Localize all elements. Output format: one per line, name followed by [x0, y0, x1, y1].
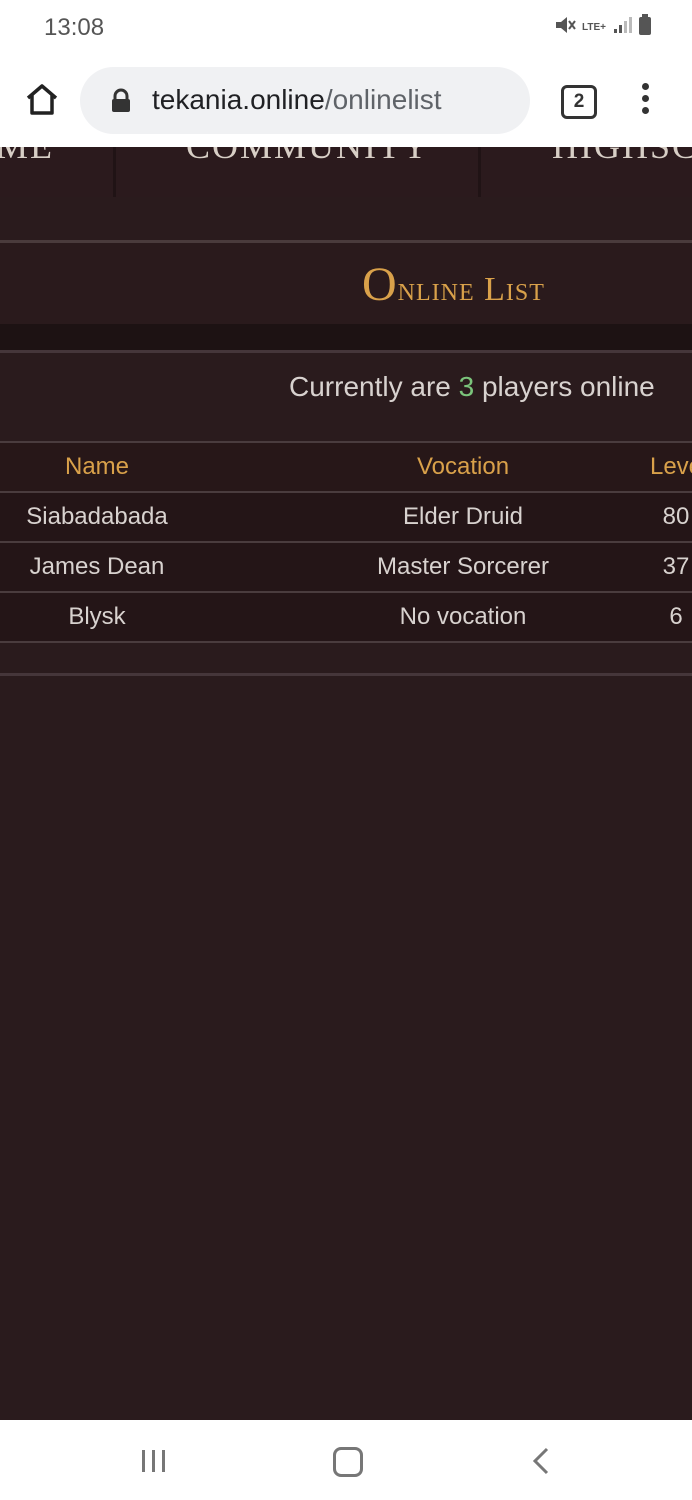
- column-header-vocation[interactable]: Vocation: [417, 453, 509, 481]
- player-name-link[interactable]: Siabadabada: [26, 503, 167, 531]
- address-bar[interactable]: tekania.online/onlinelist: [80, 67, 530, 134]
- column-header-level[interactable]: Leve: [650, 453, 692, 481]
- battery-icon: [638, 14, 652, 41]
- player-name-link[interactable]: Blysk: [68, 603, 125, 631]
- status-time: 13:08: [44, 14, 105, 41]
- summary-prefix: Currently are: [289, 371, 459, 402]
- summary-suffix: players online: [474, 371, 655, 402]
- site-nav: ME COMMUNITY HIGHSCO: [0, 147, 692, 197]
- status-bar: 13:08 LTE+: [0, 0, 692, 58]
- signal-icon: [612, 15, 632, 40]
- player-level: 6: [669, 603, 683, 630]
- player-name-link[interactable]: James Dean: [30, 553, 165, 581]
- system-home-icon[interactable]: [333, 1447, 363, 1477]
- title-panel: Online List: [0, 240, 692, 324]
- url-path: /onlinelist: [324, 84, 442, 115]
- network-label: LTE+: [582, 22, 606, 33]
- player-vocation: No vocation: [399, 603, 527, 630]
- table-row: James Dean Master Sorcerer 37: [0, 543, 692, 593]
- player-level: 80: [662, 503, 690, 530]
- table-header-row: Name Vocation Leve: [0, 441, 692, 493]
- url-text: tekania.online/onlinelist: [152, 84, 442, 116]
- back-icon[interactable]: [530, 1446, 552, 1481]
- player-vocation: Elder Druid: [402, 503, 524, 530]
- browser-toolbar: tekania.online/onlinelist 2: [0, 58, 692, 147]
- divider-band: [0, 324, 692, 350]
- table-row: Siabadabada Elder Druid 80: [0, 493, 692, 543]
- home-icon[interactable]: [22, 80, 62, 120]
- nav-item-highscores[interactable]: HIGHSCO: [552, 147, 692, 167]
- tabs-icon[interactable]: 2: [561, 85, 597, 119]
- player-count: 3: [458, 371, 475, 402]
- more-vert-icon[interactable]: [636, 83, 654, 123]
- player-vocation: Master Sorcerer: [376, 553, 550, 580]
- url-host: tekania.online: [152, 84, 325, 115]
- online-players-table: Name Vocation Leve Siabadabada Elder Dru…: [0, 441, 692, 643]
- nav-item-community[interactable]: COMMUNITY: [186, 147, 430, 167]
- recent-apps-icon[interactable]: [140, 1448, 168, 1479]
- nav-divider: [113, 147, 116, 197]
- player-level: 37: [662, 553, 690, 580]
- system-nav-bar: [0, 1420, 692, 1500]
- players-online-summary: Currently are 3 players online: [289, 371, 655, 403]
- lock-icon: [110, 88, 132, 119]
- online-list-panel: Currently are 3 players online Name Voca…: [0, 350, 692, 676]
- nav-item-home[interactable]: ME: [0, 147, 54, 167]
- column-header-name[interactable]: Name: [65, 453, 129, 481]
- status-icons: LTE+: [554, 14, 652, 41]
- page-title: Online List: [362, 258, 545, 311]
- nav-divider: [478, 147, 481, 197]
- table-row: Blysk No vocation 6: [0, 593, 692, 643]
- mute-icon: [554, 14, 576, 41]
